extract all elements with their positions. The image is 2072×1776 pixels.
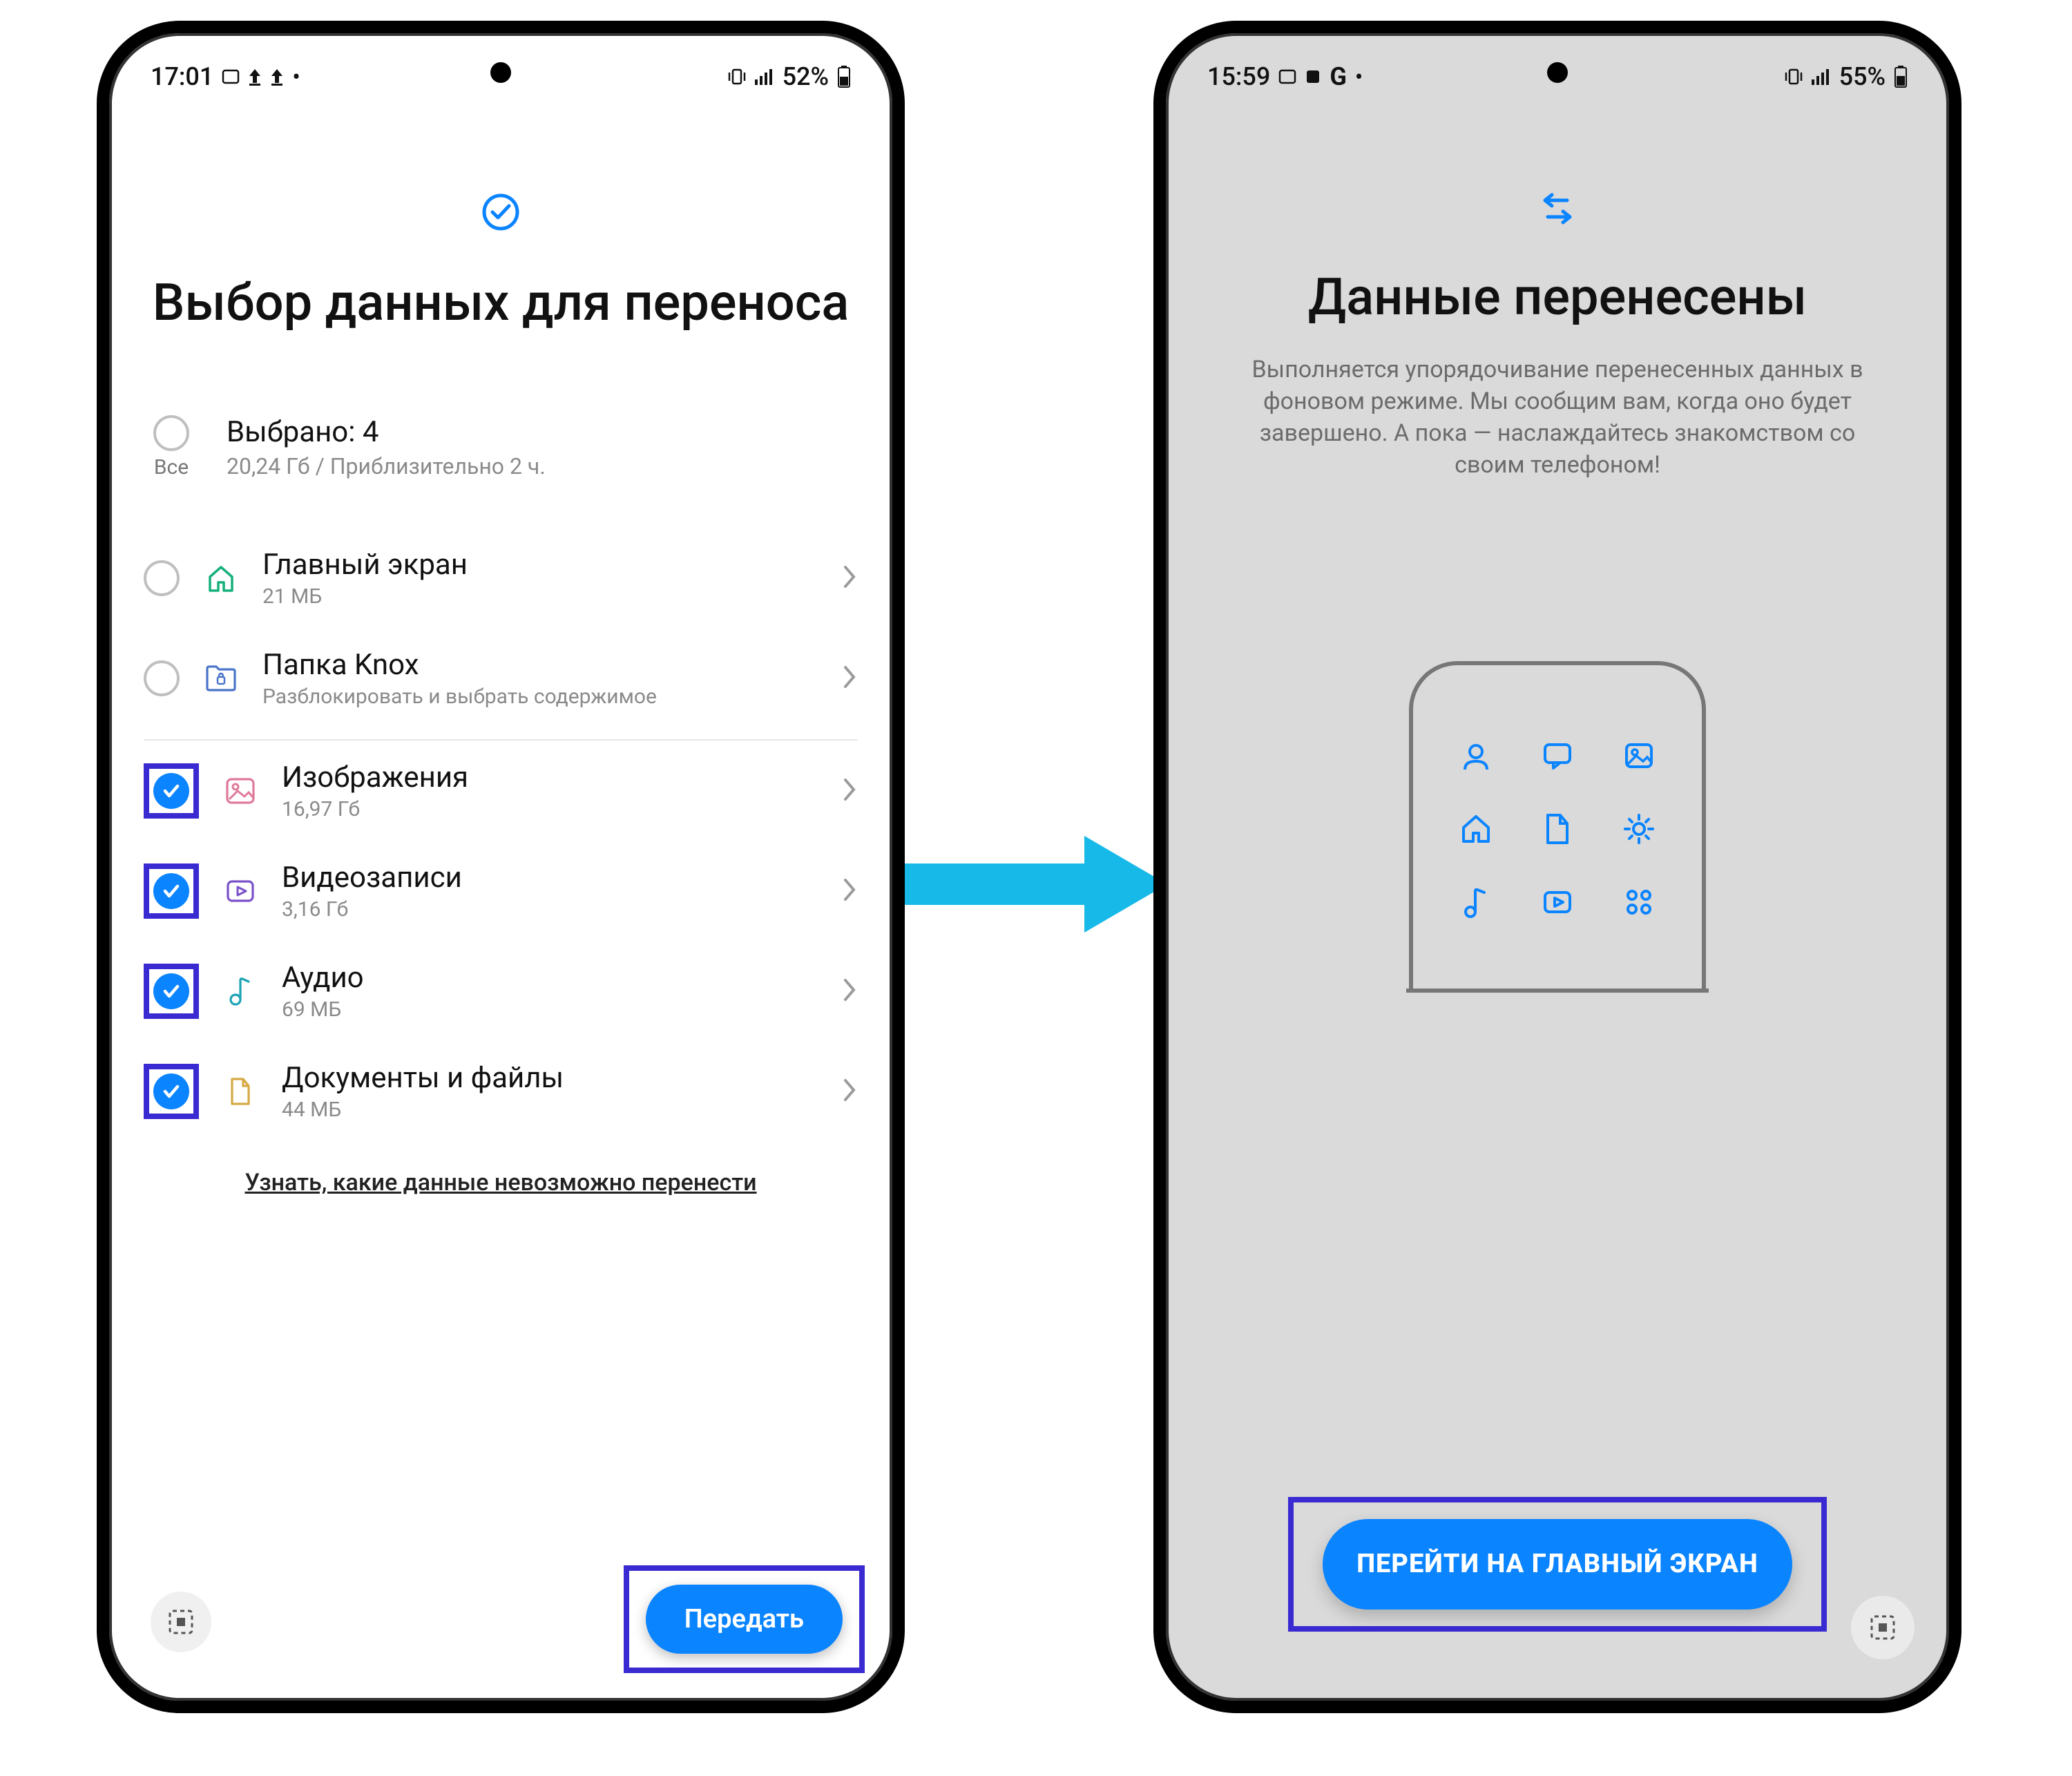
chevron-right-icon — [841, 663, 858, 694]
checkbox-checked[interactable] — [153, 873, 189, 909]
highlight — [144, 964, 199, 1019]
status-time: 15:59 — [1207, 62, 1270, 91]
chevron-right-icon — [841, 1076, 858, 1107]
page-subtitle: Выполняется упорядочивание перенесенных … — [1187, 354, 1928, 481]
google-icon: G — [1330, 62, 1347, 91]
battery-icon — [837, 66, 851, 88]
home-icon — [1452, 805, 1500, 853]
upload-icon — [248, 68, 262, 86]
phone-outline-graphic — [1409, 661, 1706, 993]
more-icon: • — [1355, 64, 1363, 90]
transfer-button[interactable]: Передать — [646, 1585, 843, 1654]
checkbox[interactable] — [144, 560, 180, 596]
row-title: Главный экран — [262, 548, 819, 582]
row-sub: 44 МБ — [282, 1098, 819, 1122]
more-icon: • — [292, 64, 300, 90]
settings-icon — [1615, 805, 1663, 853]
messages-icon — [1533, 732, 1582, 780]
row-audio[interactable]: Аудио 69 МБ — [130, 941, 872, 1041]
status-bar: 17:01 • 52% — [109, 33, 892, 102]
document-icon — [221, 1072, 260, 1111]
row-title: Видеозаписи — [282, 861, 819, 895]
signal-icon — [755, 68, 774, 85]
row-sub: 16,97 Гб — [282, 797, 819, 821]
row-title: Папка Knox — [262, 648, 819, 682]
arrow-icon — [891, 829, 1167, 942]
select-all-row[interactable]: Все Выбрано: 4 20,24 Гб / Приблизительно… — [130, 415, 872, 479]
notif-icon — [222, 68, 240, 86]
chevron-right-icon — [841, 876, 858, 906]
checkbox-checked[interactable] — [153, 773, 189, 809]
highlight — [144, 863, 199, 919]
row-documents[interactable]: Документы и файлы 44 МБ — [130, 1041, 872, 1141]
android-navbar — [109, 1701, 892, 1713]
transfer-arrows-icon — [1187, 192, 1928, 227]
phone-left: 17:01 • 52% Выбор данных для переноса Вс… — [97, 21, 905, 1713]
row-title: Изображения — [282, 761, 819, 794]
row-sub: 21 МБ — [262, 584, 819, 609]
signal-icon — [1812, 68, 1831, 85]
phone-right: 15:59 G • 55% Данные перенесены Выполняе… — [1153, 21, 1961, 1713]
row-sub: 3,16 Гб — [282, 897, 819, 922]
chevron-right-icon — [841, 776, 858, 806]
status-bar: 15:59 G • 55% — [1166, 33, 1949, 102]
smart-select-icon[interactable] — [151, 1592, 211, 1652]
data-list: Главный экран 21 МБ Папка Knox Разблокир… — [130, 528, 872, 1141]
row-sub: 69 МБ — [282, 997, 819, 1022]
video-icon — [1533, 878, 1582, 926]
goto-home-highlight: ПЕРЕЙТИ НА ГЛАВНЫЙ ЭКРАН — [1288, 1497, 1827, 1632]
upload-icon — [270, 68, 284, 86]
battery-text: 52% — [783, 62, 829, 91]
file-icon — [1533, 805, 1582, 853]
page-title: Выбор данных для переноса — [130, 274, 872, 332]
image-icon — [221, 772, 260, 810]
audio-icon — [221, 972, 260, 1011]
highlight — [144, 1064, 199, 1119]
row-title: Документы и файлы — [282, 1061, 819, 1095]
row-images[interactable]: Изображения 16,97 Гб — [130, 741, 872, 841]
goto-home-button[interactable]: ПЕРЕЙТИ НА ГЛАВНЫЙ ЭКРАН — [1323, 1519, 1792, 1610]
select-all-caption: Все — [154, 455, 189, 479]
status-time: 17:01 — [151, 62, 213, 91]
video-icon — [221, 872, 260, 910]
select-all-check-icon — [130, 192, 872, 232]
highlight — [144, 763, 199, 819]
row-sub: Разблокировать и выбрать содержимое — [262, 685, 819, 709]
notif-icon — [1278, 68, 1296, 86]
folder-lock-icon — [202, 659, 240, 698]
android-navbar — [1166, 1701, 1949, 1713]
notif-icon — [1305, 68, 1321, 85]
vibrate-icon — [727, 67, 747, 86]
checkbox-checked[interactable] — [153, 1073, 189, 1109]
cannot-transfer-link[interactable]: Узнать, какие данные невозможно перенест… — [130, 1169, 872, 1196]
row-title: Аудио — [282, 961, 819, 995]
battery-text: 55% — [1839, 62, 1886, 91]
music-icon — [1452, 878, 1500, 926]
selected-size: 20,24 Гб / Приблизительно 2 ч. — [227, 453, 546, 479]
vibrate-icon — [1784, 67, 1803, 86]
gallery-icon — [1615, 732, 1663, 780]
row-video[interactable]: Видеозаписи 3,16 Гб — [130, 841, 872, 941]
contacts-icon — [1452, 732, 1500, 780]
transfer-button-highlight: Передать — [624, 1565, 865, 1673]
selected-count: Выбрано: 4 — [227, 415, 546, 449]
home-icon — [202, 559, 240, 598]
smart-select-icon[interactable] — [1851, 1596, 1915, 1659]
checkbox[interactable] — [144, 660, 180, 696]
chevron-right-icon — [841, 976, 858, 1006]
row-home-screen[interactable]: Главный экран 21 МБ — [130, 528, 872, 628]
row-knox[interactable]: Папка Knox Разблокировать и выбрать соде… — [130, 628, 872, 728]
apps-icon — [1615, 878, 1663, 926]
page-title: Данные перенесены — [1187, 268, 1928, 327]
select-all-checkbox[interactable] — [153, 415, 189, 451]
battery-icon — [1894, 66, 1908, 88]
checkbox-checked[interactable] — [153, 973, 189, 1009]
chevron-right-icon — [841, 563, 858, 593]
